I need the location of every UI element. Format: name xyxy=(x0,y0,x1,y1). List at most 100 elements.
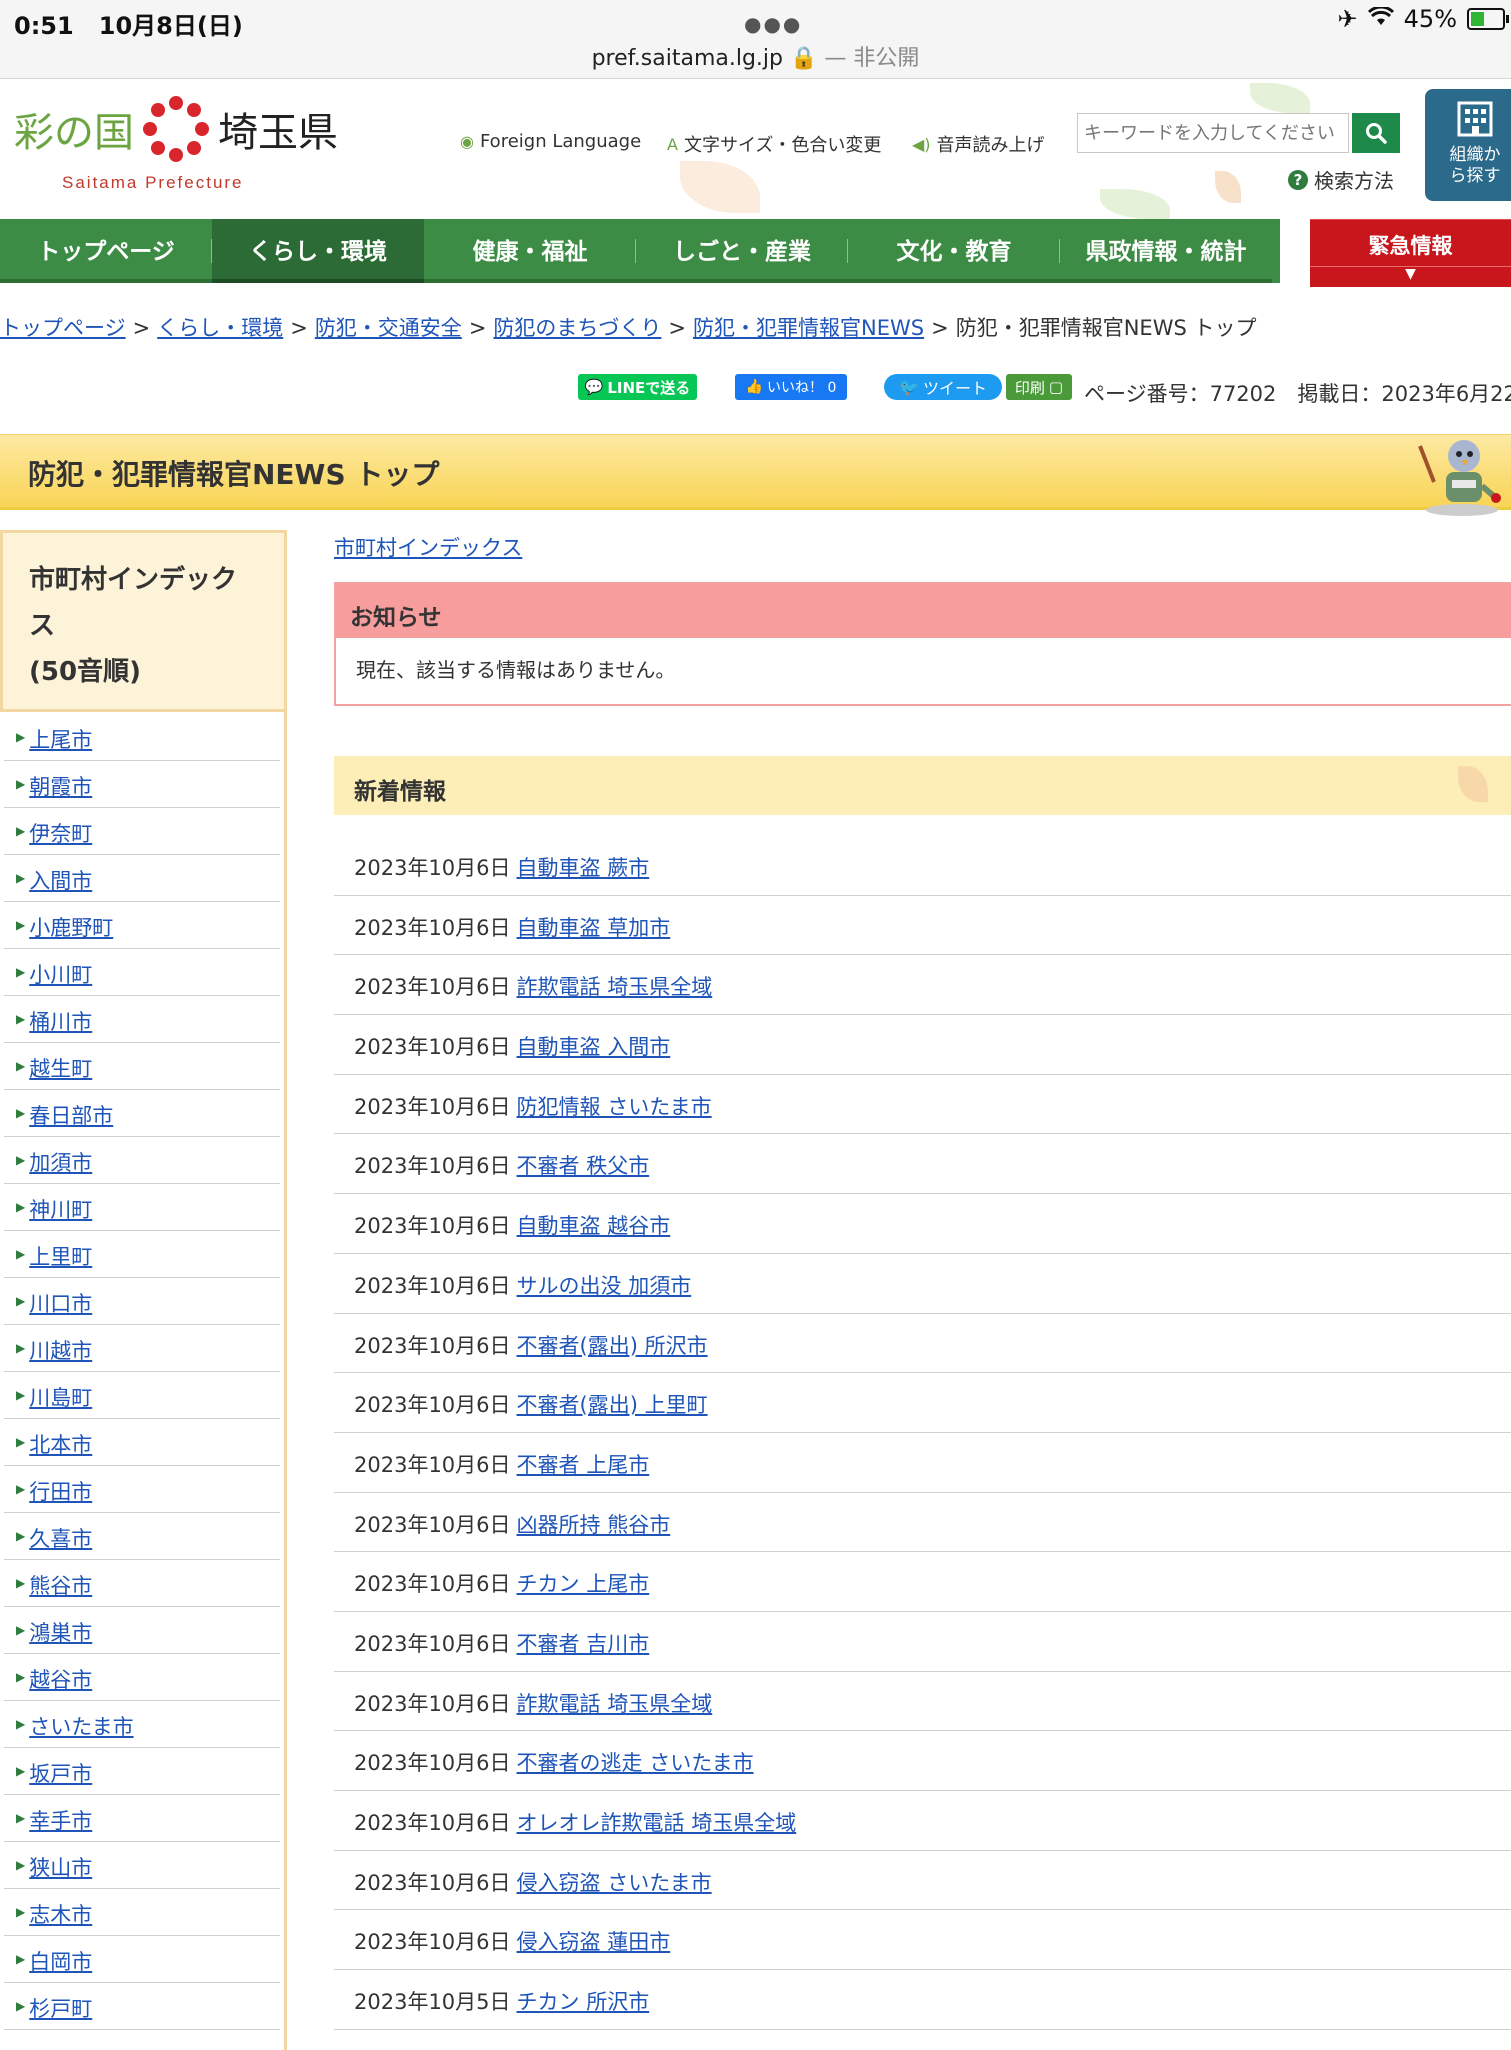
nav-item-health[interactable]: 健康・福祉 xyxy=(424,219,636,283)
municipality-link[interactable]: 上里町 xyxy=(29,1241,92,1271)
municipality-link[interactable]: 春日部市 xyxy=(29,1100,113,1130)
triangle-icon: ▶ xyxy=(16,1858,26,1872)
list-item: ▶ 桶川市 xyxy=(4,996,280,1043)
news-link[interactable]: 不審者(露出) 上里町 xyxy=(517,1393,708,1417)
list-item: ▶ 越生町 xyxy=(4,1043,280,1090)
news-link[interactable]: 防犯情報 さいたま市 xyxy=(517,1095,712,1119)
tweet-button[interactable]: 🐦 ツイート xyxy=(884,374,1002,400)
news-link[interactable]: 不審者(露出) 所沢市 xyxy=(517,1334,708,1358)
municipality-link[interactable]: 狭山市 xyxy=(29,1852,92,1882)
news-link[interactable]: サルの出没 加須市 xyxy=(517,1274,692,1298)
municipality-link[interactable]: 北本市 xyxy=(29,1429,92,1459)
org-search-button[interactable]: 組織から探す xyxy=(1425,89,1511,201)
text-size-color-link[interactable]: A 文字サイズ・色合い変更 xyxy=(667,131,881,157)
news-item: 2023年10月6日 自動車盗 入間市 xyxy=(334,1015,1511,1075)
news-link[interactable]: 自動車盗 草加市 xyxy=(517,916,671,940)
municipality-link[interactable]: 熊谷市 xyxy=(29,1570,92,1600)
municipality-link[interactable]: 行田市 xyxy=(29,1476,92,1506)
emergency-button[interactable]: 緊急情報 ▼ xyxy=(1310,219,1511,287)
municipality-link[interactable]: 川越市 xyxy=(29,1335,92,1365)
news-link[interactable]: チカン 上尾市 xyxy=(517,1572,650,1596)
municipality-link[interactable]: 鴻巣市 xyxy=(29,1617,92,1647)
foreign-language-link[interactable]: ◉ Foreign Language xyxy=(460,131,641,152)
search-help-link[interactable]: ? 検索方法 xyxy=(1288,165,1394,194)
news-link[interactable]: 自動車盗 蕨市 xyxy=(517,856,650,880)
triangle-icon: ▶ xyxy=(16,1341,26,1355)
news-link[interactable]: 自動車盗 入間市 xyxy=(517,1035,671,1059)
news-link[interactable]: 不審者の逃走 さいたま市 xyxy=(517,1751,754,1775)
breadcrumb-link[interactable]: 防犯・犯罪情報官NEWS xyxy=(693,316,924,340)
news-date: 2023年10月6日 xyxy=(354,915,511,940)
news-item: 2023年10月5日 チカン 所沢市 xyxy=(334,1970,1511,2030)
municipality-index-link[interactable]: 市町村インデックス xyxy=(334,532,522,562)
news-link[interactable]: 自動車盗 越谷市 xyxy=(517,1214,671,1238)
nav-item-work[interactable]: しごと・産業 xyxy=(636,219,848,283)
logo-text-right: 埼玉県 xyxy=(218,110,338,156)
search-input[interactable] xyxy=(1078,114,1360,152)
breadcrumb-link[interactable]: くらし・環境 xyxy=(157,316,283,340)
news-link[interactable]: 詐欺電話 埼玉県全域 xyxy=(517,1692,713,1716)
notice-box: お知らせ 現在、該当する情報はありません。 xyxy=(334,582,1511,706)
municipality-link[interactable]: 桶川市 xyxy=(29,1006,92,1036)
triangle-icon: ▶ xyxy=(16,918,26,932)
municipality-link[interactable]: 白岡市 xyxy=(29,1946,92,1976)
news-date: 2023年10月6日 xyxy=(354,1631,511,1656)
municipality-link[interactable]: 小鹿野町 xyxy=(29,912,113,942)
municipality-link[interactable]: 上尾市 xyxy=(29,724,92,754)
triangle-icon: ▶ xyxy=(16,1435,26,1449)
news-link[interactable]: オレオレ詐欺電話 埼玉県全域 xyxy=(517,1811,797,1835)
facebook-like-button[interactable]: 👍 いいね！ 0 xyxy=(735,374,847,400)
municipality-link[interactable]: 坂戸市 xyxy=(29,1758,92,1788)
municipality-link[interactable]: 小川町 xyxy=(29,959,92,989)
municipality-link[interactable]: 川口市 xyxy=(29,1288,92,1318)
site-logo[interactable]: 彩の国 埼玉県 Saitama Prefecture xyxy=(14,93,338,193)
municipality-link[interactable]: 志木市 xyxy=(29,1899,92,1929)
site-header: 彩の国 埼玉県 Saitama Prefecture ◉ Foreign Lan… xyxy=(0,79,1511,219)
municipality-link[interactable]: 神川町 xyxy=(29,1194,92,1224)
nav-item-culture[interactable]: 文化・教育 xyxy=(848,219,1060,283)
breadcrumb-link[interactable]: 防犯のまちづくり xyxy=(493,316,661,340)
municipality-link[interactable]: 杉戸町 xyxy=(29,1993,92,2023)
nav-item-living[interactable]: くらし・環境 xyxy=(212,219,424,283)
breadcrumb-link[interactable]: 防犯・交通安全 xyxy=(315,316,462,340)
breadcrumb-link[interactable]: トップページ xyxy=(0,316,126,340)
news-link[interactable]: チカン 所沢市 xyxy=(517,1990,650,2014)
triangle-icon: ▶ xyxy=(16,1294,26,1308)
news-list: 2023年10月6日 自動車盗 蕨市 2023年10月6日 自動車盗 草加市 202… xyxy=(334,836,1511,2030)
nav-item-prefecture[interactable]: 県政情報・統計 xyxy=(1060,219,1272,283)
news-link[interactable]: 侵入窃盗 さいたま市 xyxy=(517,1871,712,1895)
news-date: 2023年10月6日 xyxy=(354,1094,511,1119)
municipality-link[interactable]: 入間市 xyxy=(29,865,92,895)
mascot-icon xyxy=(1418,440,1501,516)
line-share-button[interactable]: 💬 LINEで送る xyxy=(578,374,697,400)
municipality-link[interactable]: 伊奈町 xyxy=(29,818,92,848)
news-link[interactable]: 不審者 秩父市 xyxy=(517,1154,650,1178)
municipality-link[interactable]: さいたま市 xyxy=(29,1711,133,1741)
news-link[interactable]: 不審者 吉川市 xyxy=(517,1632,650,1656)
list-item: ▶ 狭山市 xyxy=(4,1842,280,1889)
municipality-link[interactable]: 越生町 xyxy=(29,1053,92,1083)
news-item: 2023年10月6日 凶器所持 熊谷市 xyxy=(334,1493,1511,1553)
municipality-link[interactable]: 朝霞市 xyxy=(29,771,92,801)
municipality-link[interactable]: 幸手市 xyxy=(29,1805,92,1835)
news-link[interactable]: 不審者 上尾市 xyxy=(517,1453,650,1477)
search-button[interactable] xyxy=(1352,113,1400,153)
municipality-link[interactable]: 加須市 xyxy=(29,1147,92,1177)
municipality-link[interactable]: 久喜市 xyxy=(29,1523,92,1553)
more-dots-icon[interactable]: ●●● xyxy=(744,12,802,36)
read-aloud-link[interactable]: ◀) 音声読み上げ xyxy=(912,131,1045,157)
print-button[interactable]: 印刷 ▢ xyxy=(1006,374,1072,400)
list-item: ▶ 鴻巣市 xyxy=(4,1607,280,1654)
news-link[interactable]: 凶器所持 熊谷市 xyxy=(517,1513,671,1537)
municipality-link[interactable]: 越谷市 xyxy=(29,1664,92,1694)
globe-icon: ◉ xyxy=(460,132,474,151)
address-bar[interactable]: pref.saitama.lg.jp 🔒 — 非公開 xyxy=(0,40,1511,72)
status-date: 10月8日(日) xyxy=(98,12,243,40)
triangle-icon: ▶ xyxy=(16,1623,26,1637)
nav-item-top[interactable]: トップページ xyxy=(0,219,212,283)
status-bar: 0:51 10月8日(日) ●●● pref.saitama.lg.jp 🔒 —… xyxy=(0,0,1511,79)
municipality-link[interactable]: 川島町 xyxy=(29,1382,92,1412)
news-link[interactable]: 侵入窃盗 蓮田市 xyxy=(517,1930,671,1954)
list-item: ▶ 坂戸市 xyxy=(4,1748,280,1795)
news-link[interactable]: 詐欺電話 埼玉県全域 xyxy=(517,975,713,999)
